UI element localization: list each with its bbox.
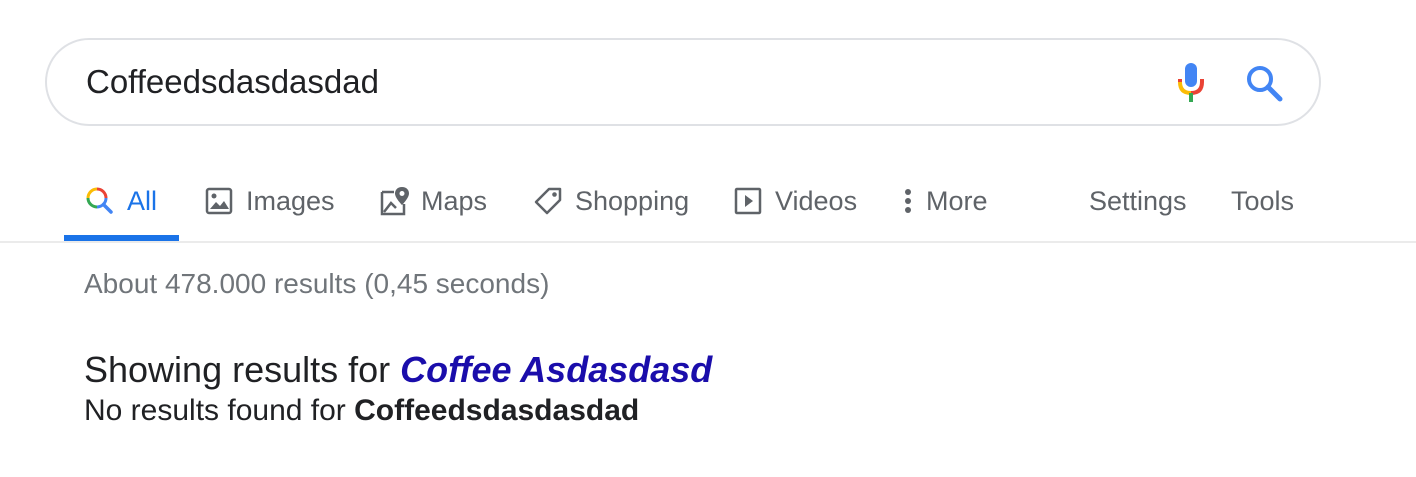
tools-label: Tools [1231, 185, 1295, 216]
search-icon[interactable] [1243, 62, 1287, 106]
tab-label: Images [246, 185, 335, 216]
tab-label: More [926, 185, 988, 216]
search-icon [85, 186, 115, 216]
tag-icon [533, 186, 563, 216]
tab-all[interactable]: All [85, 160, 157, 242]
spelling-correction: Showing results for Coffee Asdasdasd [84, 349, 712, 391]
tab-label: All [127, 185, 158, 216]
search-input[interactable] [86, 58, 1136, 106]
corrected-query-link[interactable]: Coffee Asdasdasd [400, 349, 712, 390]
tabs-divider [0, 241, 1416, 243]
more-vert-icon [898, 186, 918, 216]
tab-images[interactable]: Images [204, 160, 335, 242]
microphone-icon[interactable] [1171, 60, 1211, 108]
settings-label: Settings [1089, 185, 1187, 216]
tab-maps[interactable]: Maps [379, 160, 487, 242]
tab-label: Videos [775, 185, 858, 216]
showing-prefix: Showing results for [84, 349, 401, 390]
search-box [45, 38, 1321, 126]
tab-label: Shopping [575, 185, 690, 216]
tab-label: Maps [421, 185, 488, 216]
map-pin-icon [379, 186, 409, 216]
image-icon [204, 186, 234, 216]
no-results-prefix: No results found for [84, 394, 355, 427]
original-query-link[interactable]: Coffeedsdasdasdad [354, 394, 639, 427]
result-stats: About 478.000 results (0,45 seconds) [84, 268, 550, 299]
tools-link[interactable]: Tools [1231, 160, 1294, 242]
search-tabs: All Images Maps Shopping Videos More Set… [0, 160, 1416, 242]
play-icon [733, 186, 763, 216]
settings-link[interactable]: Settings [1089, 160, 1187, 242]
no-results-notice: No results found for Coffeedsdasdasdad [84, 394, 639, 428]
tab-videos[interactable]: Videos [733, 160, 857, 242]
tab-more[interactable]: More [898, 160, 988, 242]
tab-shopping[interactable]: Shopping [533, 160, 689, 242]
